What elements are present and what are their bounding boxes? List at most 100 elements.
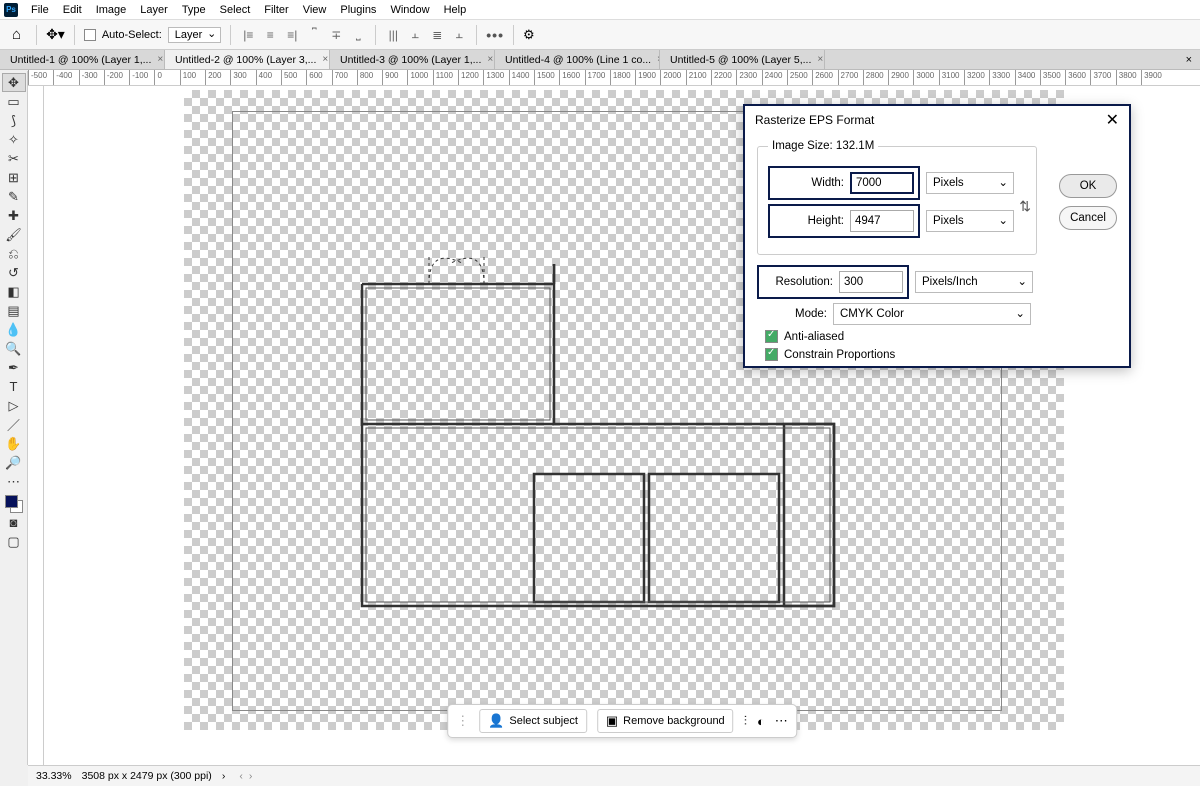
distribute-top-icon[interactable]: ⫠: [407, 27, 423, 43]
nav-prev-icon[interactable]: ‹: [239, 770, 243, 782]
width-input[interactable]: [850, 172, 914, 194]
chevron-right-icon[interactable]: ›: [222, 770, 226, 782]
drag-handle-icon[interactable]: ⋮: [456, 713, 469, 729]
image-size-group: Image Size: 132.1M Width: Pixels Height:…: [757, 140, 1037, 255]
mode-dropdown[interactable]: CMYK Color: [833, 303, 1031, 325]
nav-next-icon[interactable]: ›: [249, 770, 253, 782]
tools-panel: ✥ ▭ ⟆ ✧ ✂ ⊞ ✎ ✚ 🖌 ⎌ ↺ ◧ ▤ 💧 🔍 ✒ T ▷ ／ ✋ …: [0, 71, 28, 765]
menu-edit[interactable]: Edit: [56, 2, 89, 18]
height-input[interactable]: [850, 210, 914, 232]
menu-filter[interactable]: Filter: [257, 2, 295, 18]
menu-file[interactable]: File: [24, 2, 56, 18]
gradient-tool-icon[interactable]: ▤: [2, 301, 26, 320]
remove-background-button[interactable]: ▣Remove background: [597, 709, 734, 733]
brush-tool-icon[interactable]: 🖌: [2, 225, 26, 244]
auto-select-checkbox[interactable]: [84, 29, 96, 41]
close-icon[interactable]: ✕: [1106, 110, 1119, 130]
app-icon: Ps: [4, 3, 18, 17]
distribute-h-icon[interactable]: |||: [385, 27, 401, 43]
home-icon[interactable]: ⌂: [6, 26, 27, 43]
select-subject-button[interactable]: 👤 Select subject: [479, 709, 587, 733]
marquee-tool-icon[interactable]: ▭: [2, 92, 26, 111]
menu-help[interactable]: Help: [437, 2, 474, 18]
align-right-icon[interactable]: ≡|: [284, 27, 300, 43]
height-unit-dropdown[interactable]: Pixels: [926, 210, 1014, 232]
dialog-titlebar[interactable]: Rasterize EPS Format ✕: [745, 106, 1129, 134]
auto-select-dropdown[interactable]: Layer: [168, 27, 222, 43]
history-brush-tool-icon[interactable]: ↺: [2, 263, 26, 282]
adjustments-icon[interactable]: ◐: [757, 714, 765, 729]
menu-image[interactable]: Image: [89, 2, 134, 18]
lasso-tool-icon[interactable]: ⟆: [2, 111, 26, 130]
more-options-icon[interactable]: •••: [486, 27, 504, 43]
height-label: Height:: [774, 215, 844, 227]
blur-tool-icon[interactable]: 💧: [2, 320, 26, 339]
resolution-input[interactable]: [839, 271, 903, 293]
menu-select[interactable]: Select: [213, 2, 258, 18]
ok-button[interactable]: OK: [1059, 174, 1117, 198]
zoom-tool-icon[interactable]: 🔎: [2, 453, 26, 472]
width-unit-dropdown[interactable]: Pixels: [926, 172, 1014, 194]
contextual-task-bar: ⋮ 👤 Select subject ▣Remove background ⫶ ◐…: [447, 704, 797, 738]
link-icon[interactable]: ⇅: [1019, 198, 1031, 215]
align-center-v-icon[interactable]: ∓: [328, 27, 344, 43]
move-tool-icon[interactable]: ✥: [2, 73, 26, 92]
close-icon[interactable]: ×: [817, 54, 823, 65]
align-bottom-icon[interactable]: ⎵: [350, 27, 366, 43]
color-swatches[interactable]: [5, 495, 23, 513]
tab-untitled-1[interactable]: Untitled-1 @ 100% (Layer 1,...×: [0, 50, 165, 69]
document-dimensions: 3508 px x 2479 px (300 ppi): [82, 770, 212, 782]
tab-untitled-3[interactable]: Untitled-3 @ 100% (Layer 1,... ×: [330, 50, 495, 69]
distribute-bottom-icon[interactable]: ⫠: [451, 27, 467, 43]
3d-mode-icon[interactable]: ⚙: [523, 27, 535, 43]
quick-mask-icon[interactable]: ◙: [2, 513, 26, 532]
button-label: Select subject: [509, 715, 577, 727]
dodge-tool-icon[interactable]: 🔍: [2, 339, 26, 358]
distribute-v-icon[interactable]: ≣: [429, 27, 445, 43]
align-left-icon[interactable]: |≡: [240, 27, 256, 43]
zoom-level[interactable]: 33.33%: [36, 770, 72, 782]
crop-tool-icon[interactable]: ✂: [2, 149, 26, 168]
stamp-tool-icon[interactable]: ⎌: [2, 244, 26, 263]
separator: [36, 25, 37, 45]
type-tool-icon[interactable]: T: [2, 377, 26, 396]
transform-icon[interactable]: ⫶: [744, 713, 747, 729]
person-icon: 👤: [488, 713, 504, 729]
options-bar: ⌂ ✥▾ Auto-Select: Layer |≡ ≡ ≡| ⎴ ∓ ⎵ ||…: [0, 20, 1200, 50]
resolution-unit-dropdown[interactable]: Pixels/Inch: [915, 271, 1033, 293]
align-top-icon[interactable]: ⎴: [306, 27, 322, 43]
move-tool-icon[interactable]: ✥▾: [46, 26, 65, 43]
path-select-tool-icon[interactable]: ▷: [2, 396, 26, 415]
eyedropper-tool-icon[interactable]: ✎: [2, 187, 26, 206]
width-row-highlight: Width:: [768, 166, 920, 200]
close-icon[interactable]: ×: [487, 54, 493, 65]
antialiased-checkbox[interactable]: [765, 330, 778, 343]
constrain-checkbox[interactable]: [765, 348, 778, 361]
magic-wand-tool-icon[interactable]: ✧: [2, 130, 26, 149]
tab-label: Untitled-3 @ 100% (Layer 1,...: [340, 54, 481, 66]
tab-untitled-2[interactable]: Untitled-2 @ 100% (Layer 3,...×: [165, 50, 330, 69]
close-all-tabs[interactable]: ×: [1178, 50, 1200, 69]
align-center-h-icon[interactable]: ≡: [262, 27, 278, 43]
edit-toolbar-icon[interactable]: ⋯: [2, 472, 26, 491]
menu-view[interactable]: View: [296, 2, 334, 18]
tab-untitled-4[interactable]: Untitled-4 @ 100% (Line 1 co...×: [495, 50, 660, 69]
healing-tool-icon[interactable]: ✚: [2, 206, 26, 225]
shape-tool-icon[interactable]: ／: [2, 415, 26, 434]
menu-window[interactable]: Window: [383, 2, 436, 18]
menu-type[interactable]: Type: [175, 2, 213, 18]
menu-layer[interactable]: Layer: [133, 2, 175, 18]
tab-untitled-5[interactable]: Untitled-5 @ 100% (Layer 5,...×: [660, 50, 825, 69]
more-icon[interactable]: ⋯: [775, 713, 788, 729]
close-icon[interactable]: ×: [322, 54, 328, 65]
status-nav: ‹ ›: [239, 770, 252, 782]
cancel-button[interactable]: Cancel: [1059, 206, 1117, 230]
close-icon[interactable]: ×: [157, 54, 163, 65]
menu-plugins[interactable]: Plugins: [333, 2, 383, 18]
separator: [230, 25, 231, 45]
frame-tool-icon[interactable]: ⊞: [2, 168, 26, 187]
pen-tool-icon[interactable]: ✒: [2, 358, 26, 377]
eraser-tool-icon[interactable]: ◧: [2, 282, 26, 301]
screen-mode-icon[interactable]: ▢: [2, 532, 26, 551]
hand-tool-icon[interactable]: ✋: [2, 434, 26, 453]
